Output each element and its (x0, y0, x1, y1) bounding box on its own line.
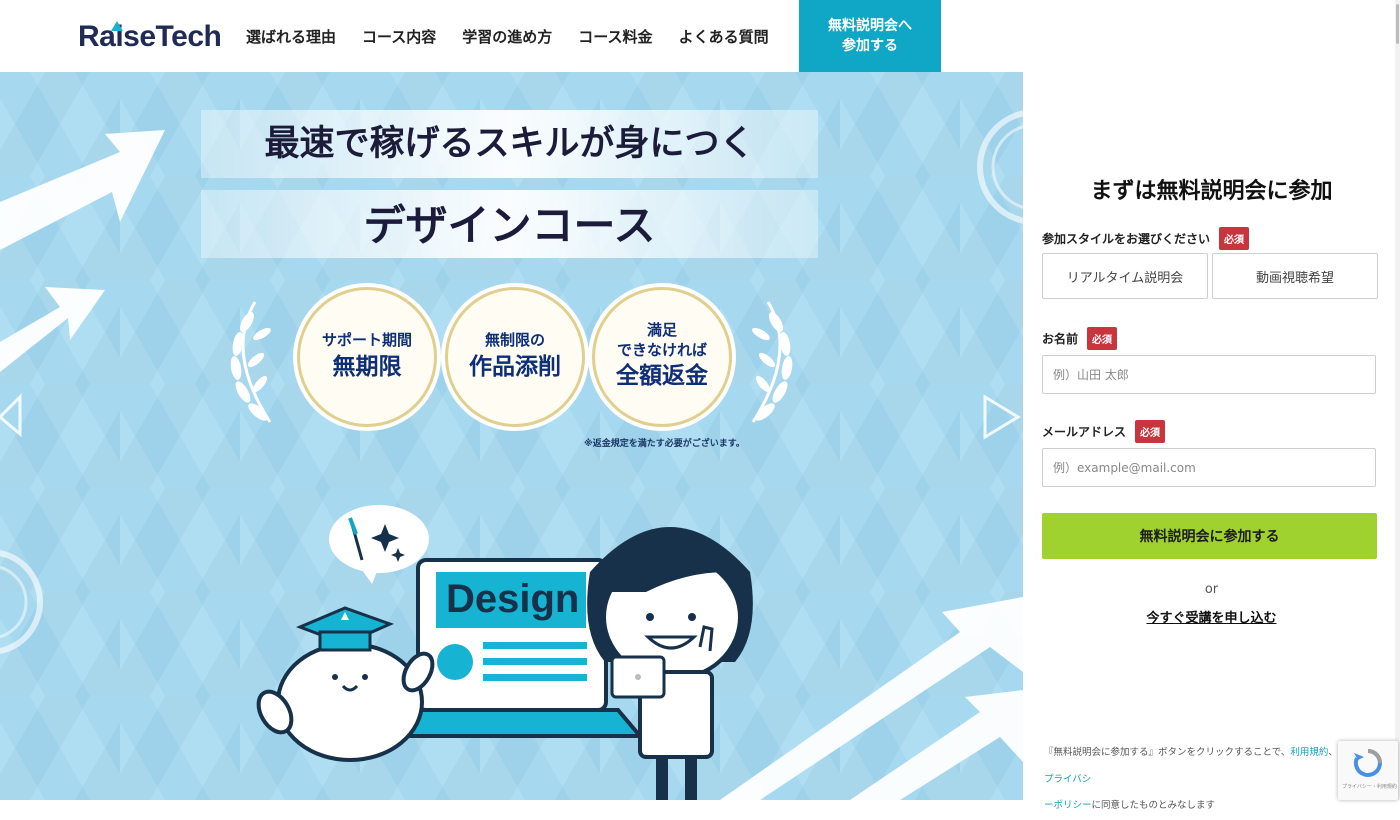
site-header: RaiseTech 選ばれる理由 コース内容 学習の進め方 コース料金 よくある… (0, 0, 1023, 72)
badge-small-text: 無制限の (484, 331, 545, 350)
hero-illustration (0, 110, 1023, 800)
refund-note: ※返金規定を満たす必要がございます。 (584, 439, 745, 449)
email-label-text: メールアドレス (1042, 425, 1127, 439)
badge-small-text: サポート期間 (321, 331, 412, 350)
main-nav: 選ばれる理由 コース内容 学習の進め方 コース料金 よくある質問 (246, 0, 795, 72)
style-field-label: 参加スタイルをお選びください 必須 (1042, 227, 1250, 250)
style-label-text: 参加スタイルをお選びください (1042, 232, 1211, 246)
email-field-label: メールアドレス 必須 (1042, 420, 1166, 443)
name-label-text: お名前 (1042, 332, 1079, 346)
ring-decoration-left (0, 549, 43, 655)
option-realtime[interactable]: リアルタイム説明会 (1042, 253, 1208, 299)
play-outline-icon (983, 394, 1021, 440)
or-separator: or (1204, 582, 1219, 597)
submit-button[interactable]: 無料説明会に参加する (1042, 513, 1377, 559)
nav-reasons[interactable]: 選ばれる理由 (246, 26, 336, 47)
laurel-left-icon (230, 301, 272, 423)
name-input[interactable] (1042, 355, 1376, 394)
required-badge: 必須 (1135, 420, 1166, 443)
required-badge: 必須 (1087, 327, 1118, 350)
email-input[interactable] (1042, 448, 1376, 487)
hero-section: 最速で稼げるスキルが身につく デザインコース サポート期間 無期限 無制限の 作… (0, 72, 1023, 800)
hero-headline: 最速で稼げるスキルが身につく (201, 110, 818, 178)
header-cta-button[interactable]: 無料説明会へ 参加する (799, 0, 941, 72)
badge-money-back: 満足 できなければ 全額返金 (592, 287, 732, 427)
nav-faq[interactable]: よくある質問 (679, 26, 769, 47)
nav-course-fee[interactable]: コース料金 (578, 26, 652, 47)
form-title: まずは無料説明会に参加 (1090, 179, 1333, 204)
badge-small-text: 満足 できなければ (616, 321, 707, 359)
recaptcha-label: プライバシー・利用規約 (1342, 784, 1397, 790)
woman-character-icon (587, 527, 753, 800)
option-video[interactable]: 動画視聴希望 (1212, 253, 1378, 299)
recaptcha-badge[interactable]: プライバシー・利用規約 (1338, 741, 1398, 800)
badge-big-text: 全額返金 (616, 363, 708, 390)
consent-text-2: 、 (1328, 747, 1338, 758)
badge-unlimited-review: 無制限の 作品添削 (445, 287, 585, 427)
play-outline-icon-left (0, 393, 22, 438)
laptop-screen-label: Design (446, 577, 580, 621)
hero-course-title: デザインコース (201, 190, 818, 258)
nav-course-content[interactable]: コース内容 (362, 26, 436, 47)
logo-triangle-icon (111, 21, 123, 31)
privacy-link-part2[interactable]: ーポリシー (1044, 800, 1092, 811)
signup-panel: まずは無料説明会に参加 参加スタイルをお選びください 必須 リアルタイム説明会 … (1023, 0, 1400, 811)
privacy-link-part1[interactable]: プライバシ (1044, 774, 1091, 785)
apply-now-link[interactable]: 今すぐ受講を申し込む (1023, 607, 1400, 626)
required-badge: 必須 (1219, 227, 1250, 250)
laurel-right-icon (751, 301, 793, 423)
scrollbar-thumb[interactable] (1396, 4, 1399, 44)
name-field-label: お名前 必須 (1042, 327, 1118, 350)
scrollbar[interactable] (1395, 0, 1400, 800)
badge-big-text: 無期限 (332, 353, 402, 380)
recaptcha-icon (1353, 749, 1382, 777)
consent-text-3: に同意したものとみなします (1091, 800, 1216, 812)
consent-text: 『無料説明会に参加する』ボタンをクリックすることで、利用規約、プライバシーポリシ… (1044, 740, 1344, 820)
speech-bubble-icon (329, 505, 429, 584)
badge-big-text: 作品添削 (469, 353, 561, 380)
terms-link[interactable]: 利用規約 (1290, 747, 1328, 758)
badge-support-period: サポート期間 無期限 (297, 287, 437, 427)
nav-learning-method[interactable]: 学習の進め方 (462, 26, 552, 47)
header-cta-line1: 無料説明会へ (828, 17, 912, 34)
consent-text-1: 『無料説明会に参加する』ボタンをクリックすることで、 (1044, 747, 1291, 758)
header-cta-line2: 参加する (842, 38, 898, 54)
raisetech-logo[interactable]: RaiseTech (78, 20, 222, 54)
